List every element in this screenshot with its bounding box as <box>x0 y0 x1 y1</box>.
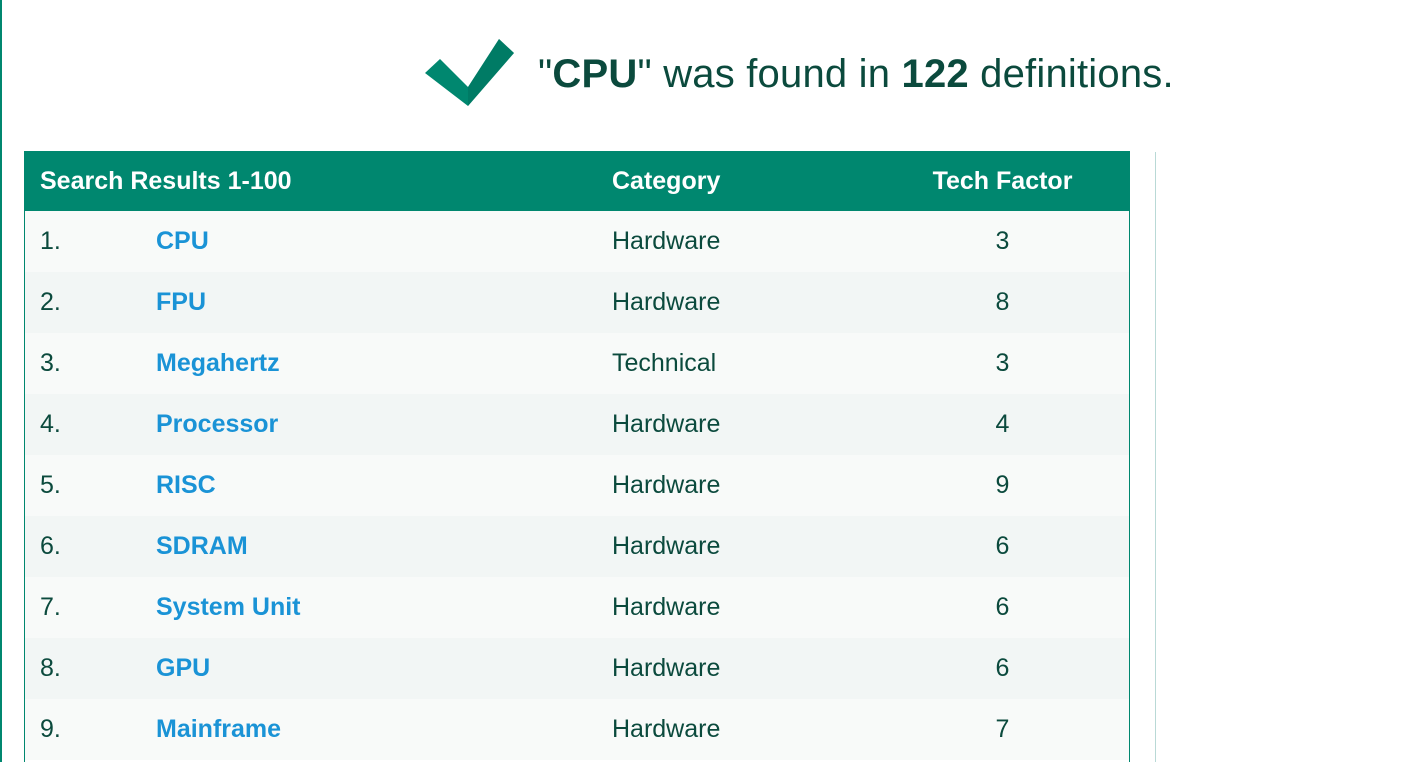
row-number: 5. <box>40 471 61 499</box>
table-row: 4. Processor Hardware 4 <box>25 394 1129 455</box>
row-category: Hardware <box>612 227 721 255</box>
row-number: 7. <box>40 593 61 621</box>
row-number: 2. <box>40 288 61 316</box>
table-row: 2. FPU Hardware 8 <box>25 272 1129 333</box>
row-tech-factor: 8 <box>995 288 1010 316</box>
table-body: 1. CPU Hardware 3 2. FPU Hardware 8 3. M… <box>25 211 1129 760</box>
quote-close: " <box>637 51 652 96</box>
table-row: 5. RISC Hardware 9 <box>25 455 1129 516</box>
page: "CPU" was found in 122 definitions. Sear… <box>0 0 1426 762</box>
term-link[interactable]: SDRAM <box>156 532 596 561</box>
right-divider <box>1155 152 1156 762</box>
row-number: 4. <box>40 410 61 438</box>
row-category: Hardware <box>612 410 721 438</box>
checkmark-icon <box>425 39 514 106</box>
term-link[interactable]: Mainframe <box>156 715 596 744</box>
row-category: Hardware <box>612 654 721 682</box>
table-header: Search Results 1-100 Category Tech Facto… <box>25 151 1129 211</box>
term-link[interactable]: GPU <box>156 654 596 683</box>
found-label: was found in <box>651 51 902 96</box>
header-search-results: Search Results 1-100 <box>40 166 292 195</box>
term-link[interactable]: FPU <box>156 288 596 317</box>
row-number: 8. <box>40 654 61 682</box>
term-link[interactable]: RISC <box>156 471 596 500</box>
row-tech-factor: 4 <box>995 410 1010 438</box>
row-number: 6. <box>40 532 61 560</box>
left-border <box>0 0 2 762</box>
table-row: 9. Mainframe Hardware 7 <box>25 699 1129 760</box>
row-category: Hardware <box>612 715 721 743</box>
term-link[interactable]: Processor <box>156 410 596 439</box>
row-number: 3. <box>40 349 61 377</box>
row-tech-factor: 3 <box>995 349 1010 377</box>
row-tech-factor: 7 <box>995 715 1010 743</box>
quote-open: " <box>538 51 553 96</box>
row-tech-factor: 6 <box>995 532 1010 560</box>
term-link[interactable]: System Unit <box>156 593 596 622</box>
row-number: 9. <box>40 715 61 743</box>
header-category: Category <box>612 166 721 195</box>
search-summary: "CPU" was found in 122 definitions. <box>420 34 1174 114</box>
term-link[interactable]: CPU <box>156 227 596 256</box>
row-category: Hardware <box>612 471 721 499</box>
row-category: Technical <box>612 349 717 377</box>
table-row: 6. SDRAM Hardware 6 <box>25 516 1129 577</box>
definitions-label: definitions. <box>968 51 1174 96</box>
term-link[interactable]: Megahertz <box>156 349 596 378</box>
table-row: 3. Megahertz Technical 3 <box>25 333 1129 394</box>
row-category: Hardware <box>612 288 721 316</box>
row-tech-factor: 9 <box>995 471 1010 499</box>
search-results-table: Search Results 1-100 Category Tech Facto… <box>24 151 1130 762</box>
search-term: CPU <box>552 51 638 96</box>
row-category: Hardware <box>612 593 721 621</box>
table-row: 7. System Unit Hardware 6 <box>25 577 1129 638</box>
row-tech-factor: 3 <box>995 227 1010 255</box>
table-row: 1. CPU Hardware 3 <box>25 211 1129 272</box>
search-summary-text: "CPU" was found in 122 definitions. <box>538 52 1174 97</box>
header-tech-factor: Tech Factor <box>932 166 1073 195</box>
row-number: 1. <box>40 227 61 255</box>
result-count: 122 <box>901 51 969 96</box>
row-tech-factor: 6 <box>995 593 1010 621</box>
row-category: Hardware <box>612 532 721 560</box>
table-row: 8. GPU Hardware 6 <box>25 638 1129 699</box>
row-tech-factor: 6 <box>995 654 1010 682</box>
